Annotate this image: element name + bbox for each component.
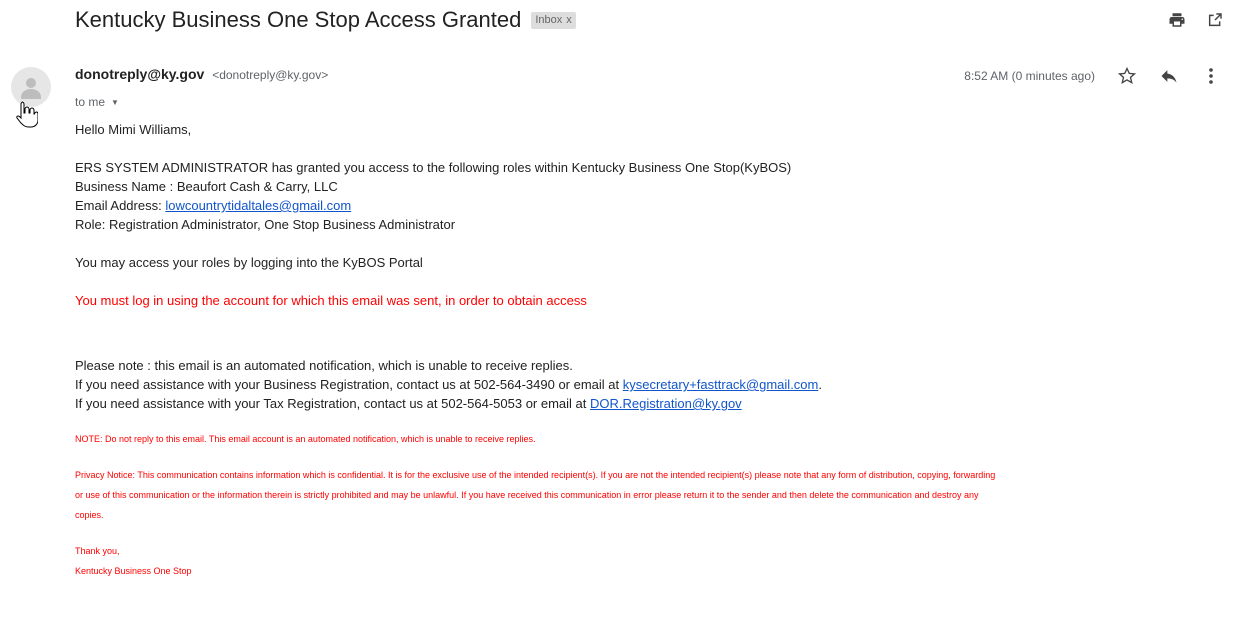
access-granted-line: ERS SYSTEM ADMINISTRATOR has granted you… [75,160,792,175]
automated-note: Please note : this email is an automated… [75,358,573,373]
tax-assistance-text: If you need assistance with your Tax Reg… [75,396,590,411]
message-meta-row: 8:52 AM (0 minutes ago) [964,66,1221,86]
more-vertical-icon[interactable] [1201,66,1221,86]
tax-assistance-line: If you need assistance with your Tax Reg… [75,394,1235,413]
business-name-line: Business Name : Beaufort Cash & Carry, L… [75,179,338,194]
role-line: Role: Registration Administrator, One St… [75,217,456,232]
star-icon[interactable] [1117,66,1137,86]
email-address-link[interactable]: lowcountrytidaltales@gmail.com [165,198,351,213]
access-portal-line: You may access your roles by logging int… [75,255,423,270]
open-in-new-window-icon[interactable] [1205,10,1225,30]
caret-down-icon[interactable]: ▼ [111,98,119,107]
business-assistance-text: If you need assistance with your Busines… [75,377,623,392]
sender-email: <donotreply@ky.gov> [212,68,329,82]
tax-assistance-email-link[interactable]: DOR.Registration@ky.gov [590,396,742,411]
privacy-notice-line-2: or use of this communication or the info… [75,490,979,500]
sender-row: donotreply@ky.gov <donotreply@ky.gov> [75,66,328,82]
message-timestamp: 8:52 AM (0 minutes ago) [964,69,1095,83]
hand-pointer-cursor-icon [16,100,39,128]
reply-icon[interactable] [1159,66,1179,86]
privacy-notice-line-1: Privacy Notice: This communication conta… [75,470,996,480]
recipient-details-toggle[interactable]: to me ▼ [75,95,119,109]
login-warning: You must log in using the account for wh… [75,293,587,308]
greeting: Hello Mimi Williams, [75,122,192,137]
email-address-line: Email Address: lowcountrytidaltales@gmai… [75,196,1235,215]
do-not-reply-note: NOTE: Do not reply to this email. This e… [75,434,536,444]
business-assistance-email-link[interactable]: kysecretary+fasttrack@gmail.com [623,377,819,392]
inbox-label-text: Inbox [535,14,563,26]
subject-row: Kentucky Business One Stop Access Grante… [75,4,576,36]
email-address-label: Email Address: [75,198,166,213]
thank-you-line: Thank you, [75,546,120,556]
email-body: Hello Mimi Williams, ERS SYSTEM ADMINIST… [75,120,1235,581]
business-assistance-period: . [818,377,822,392]
inbox-label-chip[interactable]: Inbox x [531,11,576,29]
privacy-notice-line-3: copies. [75,510,104,520]
top-toolbar [1167,10,1225,30]
business-assistance-line: If you need assistance with your Busines… [75,375,1235,394]
print-icon[interactable] [1167,10,1187,30]
remove-label-button[interactable]: x [566,14,572,26]
signature-line: Kentucky Business One Stop [75,566,192,576]
recipient-label: to me [75,95,106,109]
sender-name[interactable]: donotreply@ky.gov [75,66,204,82]
email-subject: Kentucky Business One Stop Access Grante… [75,7,522,32]
